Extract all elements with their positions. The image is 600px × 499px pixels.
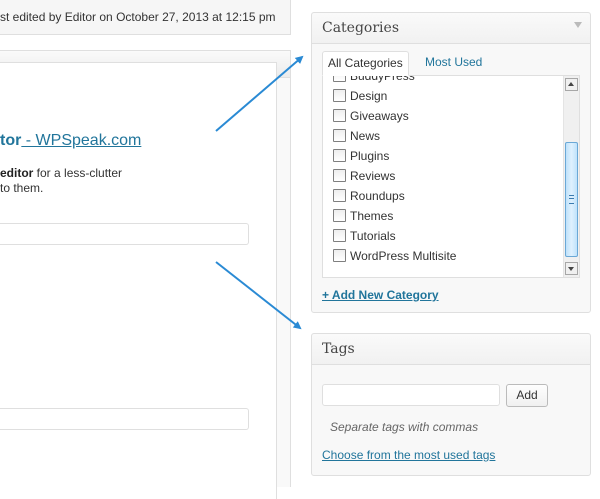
- scroll-up-button[interactable]: [565, 78, 578, 91]
- category-checkbox[interactable]: [333, 249, 346, 262]
- last-edited-text: st edited by Editor on October 27, 2013 …: [0, 10, 276, 24]
- category-checkbox[interactable]: [333, 149, 346, 162]
- categories-title: Categories: [322, 20, 399, 36]
- editor-description-rest: for a less-clutter: [33, 166, 123, 180]
- editor-description-line-2: to them.: [0, 181, 44, 195]
- collapse-toggle-icon[interactable]: [574, 22, 582, 28]
- category-checkbox[interactable]: [333, 209, 346, 222]
- tab-most-used[interactable]: Most Used: [420, 51, 487, 74]
- category-item[interactable]: Roundups: [333, 186, 405, 206]
- category-item[interactable]: Design: [333, 86, 387, 106]
- editor-text-field-2[interactable]: [0, 408, 249, 430]
- category-item[interactable]: Giveaways: [333, 106, 409, 126]
- editor-description-line-1: editor for a less-clutter: [0, 166, 122, 180]
- category-checkbox[interactable]: [333, 76, 346, 82]
- category-item[interactable]: News: [333, 126, 380, 146]
- post-title-link-site: - WPSpeak.com: [21, 132, 142, 149]
- category-label: WordPress Multisite: [350, 249, 457, 263]
- category-label: Design: [350, 89, 388, 103]
- category-label: Themes: [350, 209, 394, 223]
- categories-metabox: Categories All Categories Most Used Budd…: [311, 12, 591, 313]
- category-checkbox[interactable]: [333, 229, 346, 242]
- category-scrollbar[interactable]: [563, 76, 579, 277]
- categories-header: Categories: [312, 13, 590, 44]
- category-label: Tutorials: [350, 229, 396, 243]
- category-label: BuddyPress: [350, 75, 415, 83]
- category-label: News: [350, 129, 381, 143]
- editor-text-field-1[interactable]: [0, 223, 249, 245]
- tags-title: Tags: [322, 341, 355, 357]
- scroll-down-arrow-icon: [568, 267, 574, 271]
- scrollbar-grip-icon: [569, 195, 574, 204]
- category-item[interactable]: Reviews: [333, 166, 395, 186]
- scrollbar-thumb[interactable]: [565, 142, 578, 257]
- tab-all-categories[interactable]: All Categories: [322, 51, 409, 76]
- post-status-bar: st edited by Editor on October 27, 2013 …: [0, 0, 291, 35]
- category-item[interactable]: WordPress Multisite: [333, 246, 456, 266]
- editor-description-bold: editor: [0, 166, 34, 180]
- category-label: Roundups: [350, 189, 405, 203]
- add-tag-button[interactable]: Add: [506, 384, 548, 407]
- choose-most-used-tags-link[interactable]: Choose from the most used tags: [322, 448, 495, 462]
- tags-header: Tags: [312, 334, 590, 365]
- editor-content-box: [0, 62, 277, 499]
- category-checkbox[interactable]: [333, 109, 346, 122]
- category-item-partial[interactable]: BuddyPress: [333, 75, 415, 86]
- category-label: Reviews: [350, 169, 396, 183]
- tag-hint-text: Separate tags with commas: [330, 420, 479, 434]
- category-checklist: BuddyPress Design Giveaways News Plugins…: [322, 75, 580, 278]
- scroll-up-arrow-icon: [568, 82, 574, 86]
- category-item[interactable]: Themes: [333, 206, 393, 226]
- post-title-link[interactable]: tor - WPSpeak.com: [0, 132, 141, 150]
- scroll-down-button[interactable]: [565, 262, 578, 275]
- category-checkbox[interactable]: [333, 129, 346, 142]
- category-checkbox[interactable]: [333, 169, 346, 182]
- category-label: Plugins: [350, 149, 390, 163]
- category-item[interactable]: Plugins: [333, 146, 389, 166]
- add-new-category-link[interactable]: + Add New Category: [322, 288, 439, 302]
- post-title-link-bold: tor: [0, 132, 22, 149]
- category-label: Giveaways: [350, 109, 409, 123]
- tag-input[interactable]: [322, 384, 500, 406]
- category-checkbox[interactable]: [333, 189, 346, 202]
- category-checkbox[interactable]: [333, 89, 346, 102]
- tags-metabox: Tags Add Separate tags with commas Choos…: [311, 333, 591, 476]
- category-item[interactable]: Tutorials: [333, 226, 396, 246]
